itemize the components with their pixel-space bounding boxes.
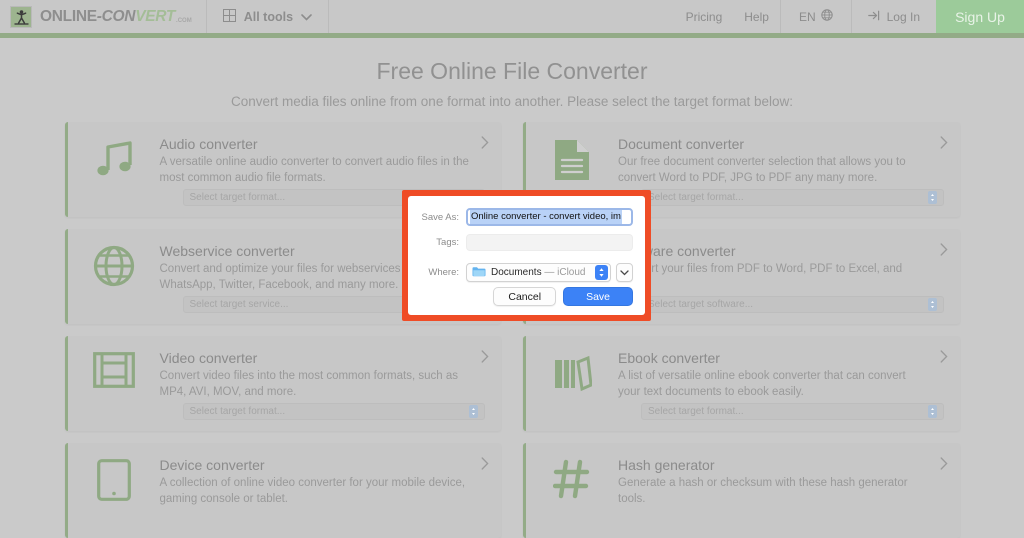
all-tools-menu[interactable]: All tools <box>207 0 328 33</box>
cancel-button[interactable]: Cancel <box>493 287 556 306</box>
card-title: Ebook converter <box>618 350 928 366</box>
expand-dialog-button[interactable] <box>616 263 633 282</box>
chevron-right-icon[interactable] <box>481 136 489 154</box>
select-target-format-video[interactable]: Select target format... <box>183 403 486 420</box>
save-as-input[interactable]: Online converter - convert video, im <box>466 208 633 226</box>
save-as-dialog: Save As: Online converter - convert vide… <box>408 196 645 315</box>
chevron-right-icon[interactable] <box>940 457 948 475</box>
all-tools-label: All tools <box>244 10 293 24</box>
select-target-format-ebook[interactable]: Select target format... <box>641 403 944 420</box>
chevron-right-icon[interactable] <box>940 136 948 154</box>
music-note-icon <box>68 136 160 217</box>
card-description: Convert your files from PDF to Word, PDF… <box>618 262 928 294</box>
books-icon <box>526 350 618 431</box>
page-title: Free Online File Converter <box>0 58 1024 85</box>
card-description: A list of versatile online ebook convert… <box>618 369 928 401</box>
save-as-value: Online converter - convert video, im <box>470 210 622 224</box>
card-description: Generate a hash or checksum with these h… <box>618 476 928 508</box>
chevron-right-icon[interactable] <box>940 243 948 261</box>
where-dropdown[interactable]: Documents — iCloud <box>466 263 611 282</box>
hash-icon <box>526 457 618 538</box>
card-hash-generator[interactable]: Hash generator Generate a hash or checks… <box>523 443 960 538</box>
person-figure-icon <box>10 6 32 28</box>
logo-part-online: ONLINE <box>40 8 97 26</box>
card-description: A collection of online video converter f… <box>160 476 470 508</box>
logo-part-vert: VERT <box>135 8 175 26</box>
card-description: Convert video files into the most common… <box>160 369 470 401</box>
page-subtitle: Convert media files online from one form… <box>0 94 1024 109</box>
save-button[interactable]: Save <box>563 287 633 306</box>
tags-input[interactable] <box>466 234 633 251</box>
card-title: Software converter <box>618 243 928 259</box>
chevron-right-icon[interactable] <box>940 350 948 368</box>
logo-wordmark: ONLINE-CONVERT.COM <box>40 8 192 26</box>
card-title: Document converter <box>618 136 928 152</box>
header-spacer <box>329 0 675 33</box>
dialog-actions: Cancel Save <box>493 287 633 306</box>
nav-help[interactable]: Help <box>733 0 780 33</box>
card-title: Audio converter <box>160 136 470 152</box>
globe-icon <box>821 9 833 24</box>
select-placeholder: Select target format... <box>190 406 470 417</box>
save-as-label: Save As: <box>408 212 466 223</box>
card-ebook-converter[interactable]: Ebook converter A list of versatile onli… <box>523 336 960 431</box>
tags-row: Tags: <box>408 234 633 251</box>
page-heading-block: Free Online File Converter Convert media… <box>0 38 1024 109</box>
logo-part-con: CON <box>102 8 136 26</box>
stepper-icon[interactable] <box>928 405 937 418</box>
logo-dotcom: .COM <box>176 18 192 26</box>
where-row: Where: Documents — iCloud <box>408 263 633 282</box>
card-video-converter[interactable]: Video converter Convert video files into… <box>65 336 502 431</box>
tablet-device-icon <box>68 457 160 538</box>
save-dialog-highlight: Save As: Online converter - convert vide… <box>402 190 651 321</box>
signup-button[interactable]: Sign Up <box>936 0 1024 33</box>
chevron-right-icon[interactable] <box>481 350 489 368</box>
login-arrow-icon <box>868 10 881 24</box>
tags-label: Tags: <box>408 237 466 248</box>
login-label: Log In <box>887 10 920 24</box>
globe-icon <box>68 243 160 324</box>
grid-icon <box>223 9 236 25</box>
language-label: EN <box>799 10 816 24</box>
login-button[interactable]: Log In <box>852 0 936 33</box>
film-strip-icon <box>68 350 160 431</box>
select-target-format-document[interactable]: Select target format... <box>641 189 944 206</box>
chevron-right-icon[interactable] <box>481 457 489 475</box>
stepper-icon[interactable] <box>928 298 937 311</box>
stepper-icon[interactable] <box>469 405 478 418</box>
card-title: Video converter <box>160 350 470 366</box>
where-label: Where: <box>408 267 466 278</box>
card-text-hash: Hash generator Generate a hash or checks… <box>618 457 944 538</box>
select-target-software[interactable]: Select target software... <box>641 296 944 313</box>
card-title: Hash generator <box>618 457 928 473</box>
signup-label: Sign Up <box>955 9 1005 25</box>
chevron-down-icon <box>301 10 312 24</box>
card-description: Our free document converter selection th… <box>618 155 928 187</box>
select-placeholder: Select target software... <box>648 299 928 310</box>
card-device-converter[interactable]: Device converter A collection of online … <box>65 443 502 538</box>
select-placeholder: Select target format... <box>648 192 928 203</box>
nav-pricing[interactable]: Pricing <box>675 0 734 33</box>
site-logo[interactable]: ONLINE-CONVERT.COM <box>0 0 206 33</box>
folder-icon <box>472 264 486 282</box>
card-description: A versatile online audio converter to co… <box>160 155 470 187</box>
site-header: ONLINE-CONVERT.COM All tools Pricing <box>0 0 1024 33</box>
card-title: Device converter <box>160 457 470 473</box>
save-as-row: Save As: Online converter - convert vide… <box>408 208 633 226</box>
where-stepper-icon[interactable] <box>595 265 608 280</box>
converter-card-grid: Audio converter A versatile online audio… <box>65 122 960 538</box>
select-placeholder: Select target format... <box>648 406 928 417</box>
card-text-device: Device converter A collection of online … <box>160 457 486 538</box>
where-value: Documents — iCloud <box>491 267 585 278</box>
language-selector[interactable]: EN <box>781 0 851 33</box>
stepper-icon[interactable] <box>928 191 937 204</box>
